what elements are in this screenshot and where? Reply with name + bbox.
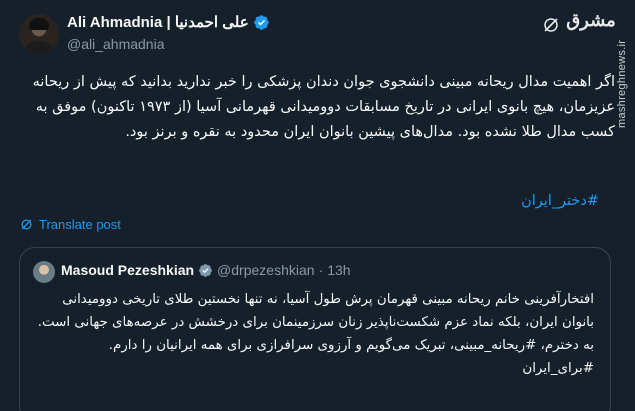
grok-icon[interactable] bbox=[542, 16, 560, 34]
quoted-paragraph-2: به دخترم، #ریحانه_مبینی، تبریک می‌گویم و… bbox=[108, 338, 594, 353]
author-name-row: Ali Ahmadnia | علی احمدنیا bbox=[67, 13, 270, 31]
quoted-separator: · bbox=[318, 262, 324, 278]
author-handle[interactable]: @ali_ahmadnia bbox=[67, 36, 165, 52]
post-hashtag[interactable]: #دختر_ایران bbox=[521, 193, 599, 209]
translate-post-link[interactable]: Translate post bbox=[19, 217, 121, 232]
author-display-name[interactable]: Ali Ahmadnia | علی احمدنیا bbox=[67, 13, 249, 31]
quoted-paragraph-1: افتخارآفرینی خانم ریحانه مبینی قهرمان پر… bbox=[37, 292, 594, 330]
side-watermark-url: mashreghnews.ir bbox=[616, 40, 628, 129]
quoted-author-name[interactable]: Masoud Pezeshkian bbox=[61, 262, 194, 278]
author-avatar[interactable] bbox=[19, 14, 59, 54]
quoted-author-handle[interactable]: @drpezeshkian bbox=[217, 262, 315, 278]
quoted-post[interactable]: Masoud Pezeshkian @drpezeshkian · 13h اف… bbox=[19, 247, 611, 411]
translate-icon bbox=[21, 219, 32, 230]
translate-label[interactable]: Translate post bbox=[39, 217, 121, 232]
quoted-author-row: Masoud Pezeshkian @drpezeshkian · 13h bbox=[61, 262, 351, 278]
verified-badge-icon bbox=[253, 14, 269, 30]
quoted-verified-badge-icon bbox=[199, 263, 212, 277]
quoted-timestamp[interactable]: 13h bbox=[327, 262, 350, 278]
quoted-post-text: افتخارآفرینی خانم ریحانه مبینی قهرمان پر… bbox=[34, 288, 594, 380]
watermark-logo: مشرق bbox=[566, 10, 617, 31]
post: Ali Ahmadnia | علی احمدنیا @ali_ahmadnia… bbox=[0, 0, 635, 411]
quoted-author-avatar[interactable] bbox=[33, 261, 55, 283]
quoted-hashtag[interactable]: #برای_ایران bbox=[34, 357, 594, 380]
post-text: اگر اهمیت مدال ریحانه مبینی دانشجوی جوان… bbox=[32, 74, 615, 140]
